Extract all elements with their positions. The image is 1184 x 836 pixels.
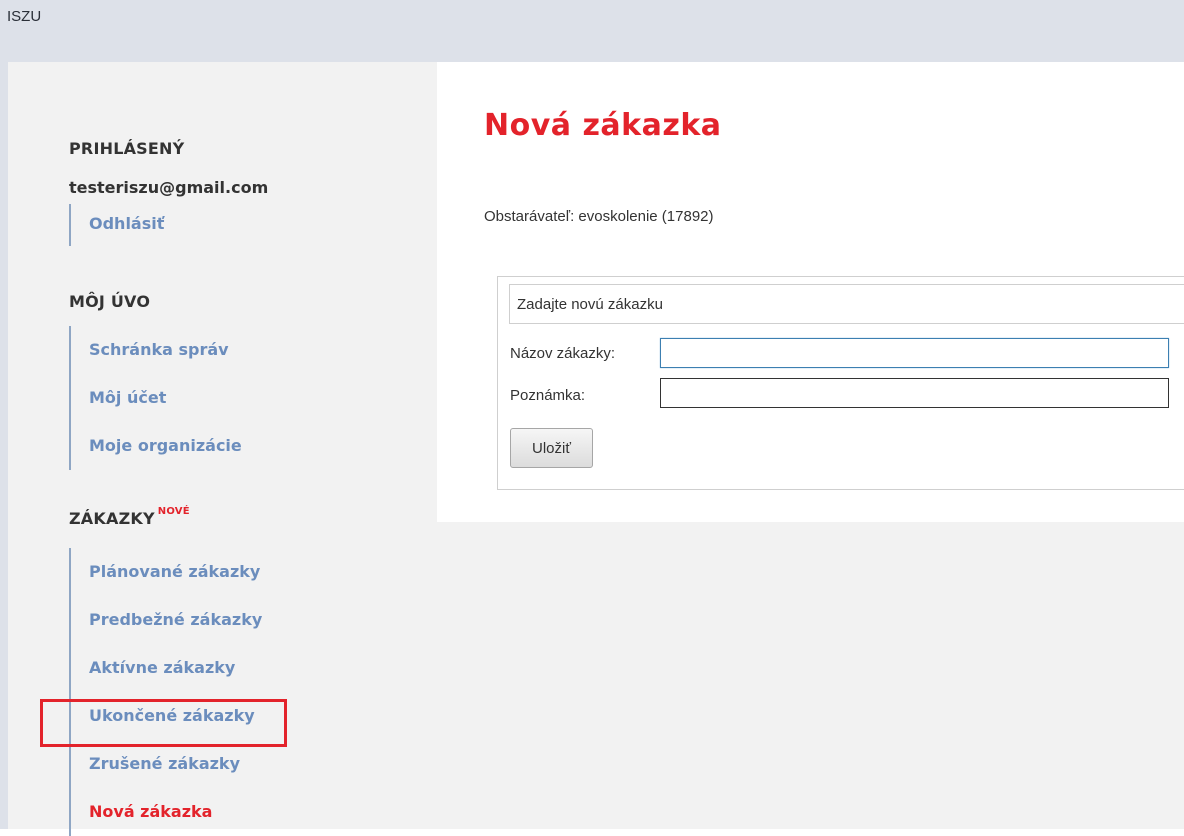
sidebar-item-preliminary-contracts[interactable]: Predbežné zákazky bbox=[89, 596, 262, 644]
sidebar-item-planned-contracts[interactable]: Plánované zákazky bbox=[89, 548, 262, 596]
app-title: ISZU bbox=[7, 8, 42, 25]
left-edge bbox=[0, 62, 8, 829]
contracts-nav: Plánované zákazky Predbežné zákazky Aktí… bbox=[69, 548, 262, 836]
contracting-authority: Obstarávateľ: evoskolenie (17892) bbox=[484, 208, 714, 225]
sidebar-item-cancelled-contracts[interactable]: Zrušené zákazky bbox=[89, 740, 262, 788]
page-title: Nová zákazka bbox=[484, 108, 722, 143]
logged-in-nav: Odhlásiť bbox=[69, 204, 164, 246]
note-input[interactable] bbox=[660, 378, 1169, 408]
my-uvo-nav: Schránka správ Môj účet Moje organizácie bbox=[69, 326, 242, 470]
save-button[interactable]: Uložiť bbox=[510, 428, 593, 468]
contracts-heading: ZÁKAZKY NOVÉ bbox=[69, 506, 190, 528]
main-background bbox=[437, 522, 1184, 829]
sidebar-item-inbox[interactable]: Schránka správ bbox=[89, 326, 242, 374]
app-window: ISZU PRIHLÁSENÝ testeriszu@gmail.com Odh… bbox=[0, 0, 1184, 836]
user-email: testeriszu@gmail.com bbox=[69, 178, 269, 197]
contract-name-input[interactable] bbox=[660, 338, 1169, 368]
contract-name-label: Názov zákazky: bbox=[510, 345, 616, 362]
form-legend-text: Zadajte novú zákazku bbox=[517, 296, 663, 313]
app-header: ISZU bbox=[0, 0, 1184, 62]
sidebar-item-active-contracts[interactable]: Aktívne zákazky bbox=[89, 644, 262, 692]
sidebar-item-my-organizations[interactable]: Moje organizácie bbox=[89, 422, 242, 470]
sidebar-item-my-account[interactable]: Môj účet bbox=[89, 374, 242, 422]
my-uvo-heading: MÔJ ÚVO bbox=[69, 292, 151, 311]
contracts-heading-text: ZÁKAZKY bbox=[69, 509, 155, 528]
logged-in-heading: PRIHLÁSENÝ bbox=[69, 139, 185, 158]
new-badge: NOVÉ bbox=[157, 506, 190, 517]
highlight-box bbox=[40, 699, 287, 747]
logout-link[interactable]: Odhlásiť bbox=[89, 204, 164, 244]
note-label: Poznámka: bbox=[510, 387, 586, 404]
